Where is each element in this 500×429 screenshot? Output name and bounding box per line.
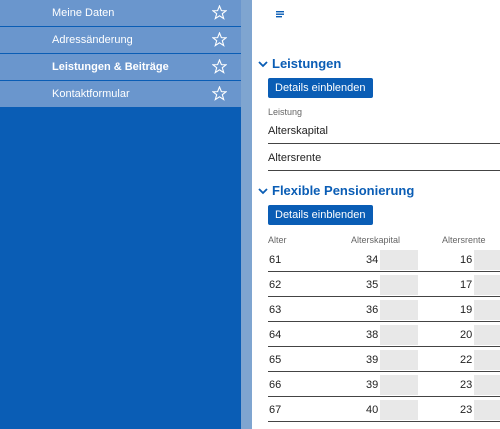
sidebar-subitem-label: Adressänderung bbox=[52, 34, 133, 46]
details-button[interactable]: Details einblenden bbox=[268, 205, 373, 225]
section-benefits-toggle[interactable]: Leistungen bbox=[258, 56, 341, 71]
column-header-age: Alter bbox=[268, 235, 287, 245]
pension-cell: 23 bbox=[460, 379, 473, 391]
redacted-value bbox=[380, 400, 418, 420]
star-icon[interactable] bbox=[212, 86, 227, 101]
section-flexible-toggle[interactable]: Flexible Pensionierung bbox=[258, 183, 414, 198]
sidebar-subitem-label: Meine Daten bbox=[52, 7, 115, 19]
redacted-value bbox=[380, 300, 418, 320]
pension-cell: 16 bbox=[460, 254, 473, 266]
redacted-value bbox=[474, 400, 500, 420]
sidebar-subitem-label: Leistungen & Beiträge bbox=[52, 61, 169, 73]
redacted-value bbox=[380, 350, 418, 370]
sidebar-subitem-benefits[interactable]: Leistungen & Beiträge bbox=[0, 54, 241, 81]
section-title: Leistungen bbox=[272, 56, 342, 71]
table-row: 62 35 17 bbox=[268, 273, 500, 297]
sidebar-subitem-contact[interactable]: Kontaktformular bbox=[0, 81, 241, 108]
star-icon[interactable] bbox=[212, 5, 227, 20]
redacted-value bbox=[474, 275, 500, 295]
capital-cell: 36 bbox=[366, 304, 379, 316]
star-icon[interactable] bbox=[212, 32, 227, 47]
chevron-down-icon bbox=[258, 60, 268, 67]
table-row: 66 39 23 bbox=[268, 373, 500, 397]
redacted-value bbox=[380, 275, 418, 295]
age-cell: 63 bbox=[269, 304, 282, 316]
redacted-value bbox=[380, 250, 418, 270]
table-row: 65 39 22 bbox=[268, 348, 500, 372]
capital-cell: 39 bbox=[366, 354, 379, 366]
capital-cell: 40 bbox=[366, 404, 379, 416]
column-header-pension: Altersrente bbox=[442, 235, 486, 245]
app-frame: Übersicht Meine Daten Adressänderung Lei… bbox=[0, 0, 500, 429]
redacted-value bbox=[380, 325, 418, 345]
pension-cell: 22 bbox=[460, 354, 473, 366]
sidebar-subitem-address-change[interactable]: Adressänderung bbox=[0, 27, 241, 54]
capital-cell: 39 bbox=[366, 379, 379, 391]
age-cell: 62 bbox=[269, 279, 282, 291]
table-row: Alterskapital bbox=[268, 118, 500, 144]
star-icon[interactable] bbox=[212, 59, 227, 74]
details-button[interactable]: Details einblenden bbox=[268, 78, 373, 98]
table-row: 63 36 19 bbox=[268, 298, 500, 322]
sidebar-scrollbar[interactable] bbox=[241, 0, 252, 429]
redacted-value bbox=[474, 300, 500, 320]
capital-cell: 34 bbox=[366, 254, 379, 266]
redacted-value bbox=[380, 375, 418, 395]
redacted-value bbox=[474, 325, 500, 345]
redacted-value bbox=[474, 350, 500, 370]
redacted-value bbox=[474, 250, 500, 270]
capital-cell: 35 bbox=[366, 279, 379, 291]
pension-cell: 17 bbox=[460, 279, 473, 291]
table-row: 67 40 23 bbox=[268, 398, 500, 422]
age-cell: 61 bbox=[269, 254, 282, 266]
age-cell: 67 bbox=[269, 404, 282, 416]
table-row: Altersrente bbox=[268, 145, 500, 171]
chevron-down-icon bbox=[258, 187, 268, 194]
sidebar-subitem-label: Kontaktformular bbox=[52, 88, 130, 100]
age-cell: 66 bbox=[269, 379, 282, 391]
main-content: Leistungen Details einblenden Leistung A… bbox=[252, 0, 500, 429]
pension-cell: 23 bbox=[460, 404, 473, 416]
pension-cell: 20 bbox=[460, 329, 473, 341]
pension-cell: 19 bbox=[460, 304, 473, 316]
table-row: 64 38 20 bbox=[268, 323, 500, 347]
column-header-benefit: Leistung bbox=[268, 107, 303, 117]
age-cell: 65 bbox=[269, 354, 282, 366]
column-header-capital: Alterskapital bbox=[351, 235, 401, 245]
capital-cell: 38 bbox=[366, 329, 379, 341]
age-cell: 64 bbox=[269, 329, 282, 341]
redacted-value bbox=[474, 375, 500, 395]
table-row: 61 34 16 bbox=[268, 248, 500, 272]
section-title: Flexible Pensionierung bbox=[272, 183, 415, 198]
sidebar-subitem-my-data[interactable]: Meine Daten bbox=[0, 0, 241, 27]
sidebar: Übersicht Meine Daten Adressänderung Lei… bbox=[0, 0, 485, 429]
